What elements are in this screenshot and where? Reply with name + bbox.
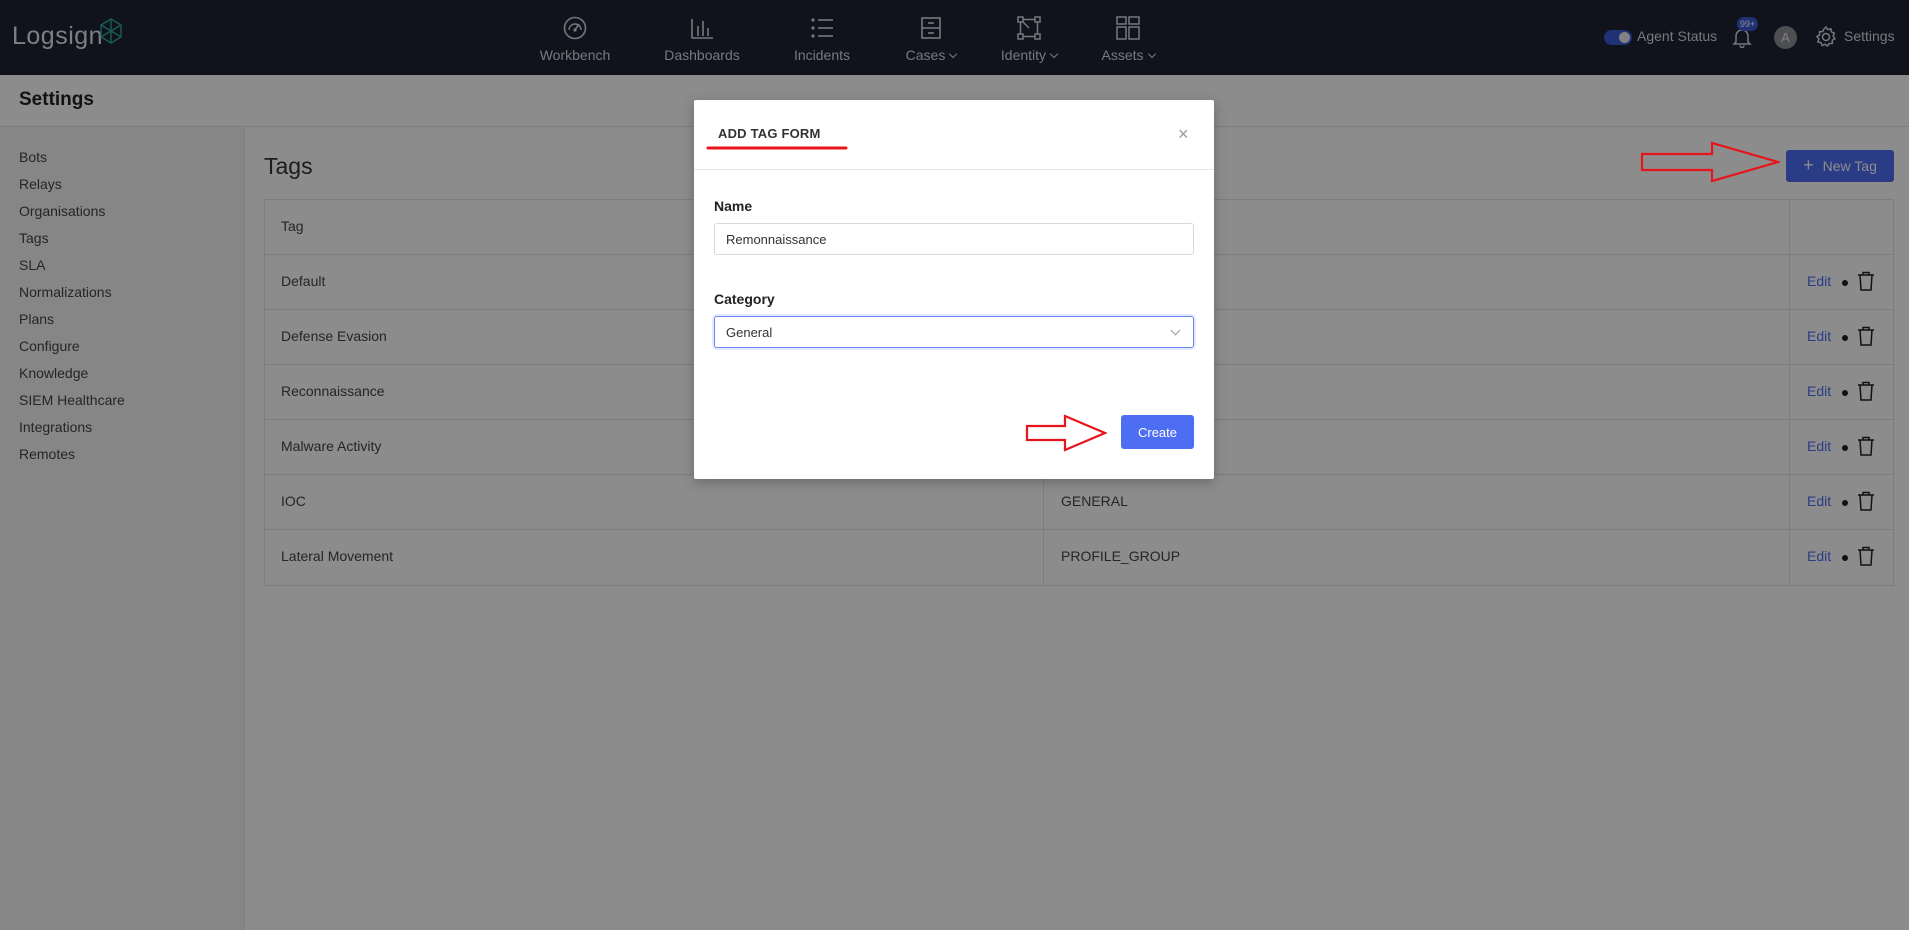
modal-header: ADD TAG FORM × <box>694 100 1214 170</box>
annotation-arrow-icon <box>1025 414 1107 452</box>
annotation-arrow-icon <box>1640 141 1780 183</box>
tag-name-input[interactable] <box>714 223 1194 255</box>
category-field-label: Category <box>714 291 775 307</box>
category-selected-value: General <box>726 325 773 340</box>
chevron-down-icon <box>1170 325 1181 336</box>
annotation-underline <box>706 146 848 150</box>
category-select[interactable]: General <box>714 316 1194 348</box>
create-button[interactable]: Create <box>1121 415 1194 449</box>
close-icon[interactable]: × <box>1178 124 1189 145</box>
add-tag-modal: ADD TAG FORM × Name Category General Cre… <box>694 100 1214 479</box>
name-field-label: Name <box>714 198 753 214</box>
modal-title: ADD TAG FORM <box>718 126 821 141</box>
